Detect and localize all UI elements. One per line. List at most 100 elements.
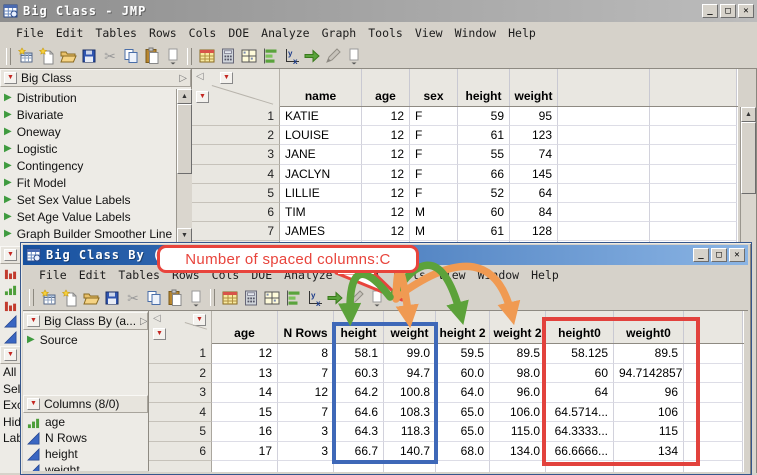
menu-graph[interactable]: Graph <box>316 26 363 40</box>
script-item-set-sex-value-labels[interactable]: ▶ Set Sex Value Labels <box>0 191 176 208</box>
data-cell[interactable] <box>650 126 737 146</box>
menu-cols[interactable]: Cols <box>183 26 223 40</box>
save-icon[interactable] <box>101 287 122 308</box>
data-cell[interactable]: 123 <box>510 126 558 146</box>
copy-icon[interactable] <box>120 46 141 67</box>
data-cell[interactable]: 13 <box>212 363 278 383</box>
script-item-logistic[interactable]: ▶ Logistic <box>0 140 176 157</box>
data-cell[interactable]: TIM <box>280 202 362 223</box>
data-cell[interactable]: 89.5 <box>490 344 546 364</box>
row-number-cell[interactable]: 1 <box>192 107 280 127</box>
script-item-source[interactable]: ▶ Source <box>23 331 148 348</box>
source-panel-header[interactable]: ▼ Big Class By (a... ▷ <box>23 312 148 330</box>
data-cell[interactable]: 145 <box>510 164 558 184</box>
data-cell[interactable]: 17 <box>212 441 278 461</box>
script-item-contingency[interactable]: ▶ Contingency <box>0 157 176 174</box>
data-cell[interactable] <box>212 461 278 472</box>
data-cell[interactable]: 7 <box>278 402 334 422</box>
menu-analyze[interactable]: Analyze <box>255 26 315 40</box>
scroll-thumb[interactable] <box>741 122 756 194</box>
data-cell[interactable]: 60 <box>458 202 510 223</box>
row-number-cell[interactable]: 4 <box>149 402 212 422</box>
data-cell[interactable]: 64 <box>510 183 558 203</box>
collapse-panel-icon[interactable]: ▷ <box>179 73 187 84</box>
data-cell[interactable] <box>558 145 650 165</box>
column-header-height[interactable]: height <box>458 69 510 106</box>
cut-icon[interactable]: ✂ <box>122 287 143 308</box>
column-header-blank[interactable] <box>650 69 737 106</box>
sidebar-scrollbar[interactable]: ▲ ▼ <box>176 89 192 243</box>
column-item-n-rows[interactable]: N Rows <box>23 430 148 446</box>
toolbar-overflow-icon[interactable] <box>343 46 364 67</box>
data-cell[interactable] <box>558 107 650 127</box>
close-button[interactable]: ✕ <box>729 248 745 262</box>
row-number-cell[interactable]: 1 <box>149 344 212 364</box>
data-cell[interactable]: 95 <box>510 107 558 127</box>
menu-file[interactable]: File <box>33 268 73 282</box>
data-cell[interactable]: 52 <box>458 183 510 203</box>
data-cell[interactable]: KATIE <box>280 107 362 127</box>
red-triangle-menu-icon[interactable]: ▼ <box>27 315 40 327</box>
menu-rows[interactable]: Rows <box>143 26 183 40</box>
table-panel-header[interactable]: ▼ Big Class ▷ <box>0 69 191 87</box>
data-cell[interactable]: 59.5 <box>436 344 490 364</box>
toolbar-overflow-icon[interactable] <box>185 287 206 308</box>
data-cell[interactable] <box>650 222 737 242</box>
data-cell[interactable] <box>558 164 650 184</box>
data-cell[interactable]: 12 <box>362 183 410 203</box>
row-number-cell[interactable]: 5 <box>149 422 212 442</box>
bar-chart-icon[interactable] <box>259 46 280 67</box>
data-cell[interactable]: 61 <box>458 126 510 146</box>
minimize-button[interactable]: _ <box>693 248 709 262</box>
row-number-cell[interactable]: 4 <box>192 164 280 184</box>
row-number-cell[interactable]: 7 <box>192 222 280 242</box>
data-cell[interactable] <box>650 145 737 165</box>
data-cell[interactable]: 84 <box>510 202 558 223</box>
scroll-thumb[interactable] <box>177 104 192 174</box>
script-item-oneway[interactable]: ▶ Oneway <box>0 123 176 140</box>
menu-file[interactable]: File <box>10 26 50 40</box>
data-cell[interactable]: 98.0 <box>490 363 546 383</box>
maximize-button[interactable]: □ <box>720 4 736 18</box>
maximize-button[interactable]: □ <box>711 248 727 262</box>
menu-tables[interactable]: Tables <box>89 26 143 40</box>
data-cell[interactable]: 60.0 <box>436 363 490 383</box>
data-cell[interactable]: 16 <box>212 422 278 442</box>
data-cell[interactable]: 12 <box>362 164 410 184</box>
grid-corner-cell[interactable]: ◁ ▼ ▼ <box>149 311 212 344</box>
red-triangle-menu-icon[interactable]: ▼ <box>27 398 40 410</box>
script-item-graph-builder-smoother-line[interactable]: ▶ Graph Builder Smoother Line <box>0 225 176 242</box>
data-cell[interactable]: 65.0 <box>436 422 490 442</box>
column-header-blank[interactable] <box>558 69 650 106</box>
data-cell[interactable]: 12 <box>362 202 410 223</box>
scroll-up-icon[interactable]: ▲ <box>741 107 756 122</box>
column-header-age[interactable]: age <box>212 311 278 343</box>
data-cell[interactable]: 3 <box>278 422 334 442</box>
scroll-down-icon[interactable]: ▼ <box>177 228 192 243</box>
data-table-icon[interactable] <box>196 46 217 67</box>
row-number-cell[interactable]: 6 <box>149 441 212 461</box>
column-header-sex[interactable]: sex <box>410 69 458 106</box>
edit-icon[interactable] <box>322 46 343 67</box>
data-cell[interactable] <box>558 202 650 223</box>
data-cell[interactable]: 134.0 <box>490 441 546 461</box>
grid-pane-icon[interactable] <box>261 287 282 308</box>
columns-panel-header[interactable]: ▼ Columns (8/0) <box>23 395 148 413</box>
menu-window[interactable]: Window <box>449 26 503 40</box>
data-cell[interactable]: 7 <box>278 363 334 383</box>
column-header-weight[interactable]: weight <box>510 69 558 106</box>
collapse-grid-icon[interactable]: ◁ <box>196 72 204 82</box>
data-cell[interactable]: 12 <box>212 344 278 364</box>
row-number-cell[interactable]: 2 <box>192 126 280 146</box>
data-cell[interactable]: 115.0 <box>490 422 546 442</box>
data-cell[interactable] <box>490 461 546 472</box>
data-cell[interactable]: 15 <box>212 402 278 422</box>
data-cell[interactable]: F <box>410 183 458 203</box>
script-item-bivariate[interactable]: ▶ Bivariate <box>0 106 176 123</box>
new-journal-icon[interactable] <box>36 46 57 67</box>
red-triangle-menu-icon[interactable]: ▼ <box>4 72 17 84</box>
data-cell[interactable] <box>558 183 650 203</box>
row-number-cell[interactable]: 6 <box>192 202 280 223</box>
data-cell[interactable]: 64.0 <box>436 383 490 403</box>
join-icon[interactable] <box>301 46 322 67</box>
